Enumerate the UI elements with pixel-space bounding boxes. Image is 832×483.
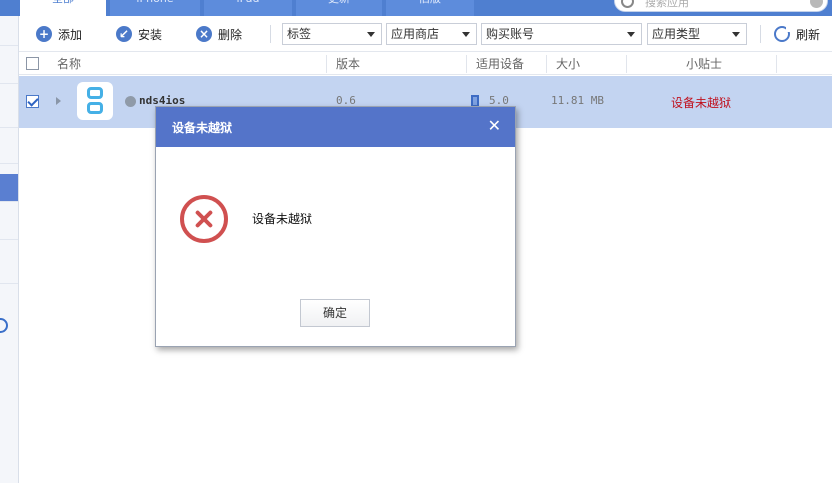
expand-arrow-icon[interactable]: [56, 97, 61, 105]
toolbar: + 添加 ↙ 安装 × 删除 标签 应用商店 购买账号 应用类型 刷新: [19, 16, 832, 52]
install-label: 安装: [138, 27, 163, 42]
table-header: 名称 版本 适用设备 大小 小贴士: [19, 53, 832, 75]
select-all-checkbox[interactable]: [26, 57, 39, 70]
close-icon[interactable]: ✕: [488, 117, 501, 135]
chevron-down-icon: [732, 32, 740, 37]
tab-all[interactable]: 全部: [20, 0, 106, 16]
plus-icon: +: [36, 26, 52, 42]
tab-iphone[interactable]: iPhone: [110, 0, 200, 16]
app-size: 11.81 MB: [551, 94, 604, 107]
dialog-title: 设备未越狱: [172, 121, 233, 135]
tab-bar: 全部 iPhone iPad 更新 旧版 搜索应用: [0, 0, 832, 16]
delete-icon: ×: [196, 26, 212, 42]
column-divider[interactable]: [466, 55, 467, 73]
app-window: 全部 iPhone iPad 更新 旧版 搜索应用 + 添加 ↙ 安装 ×: [0, 0, 832, 483]
tag-filter-value: 标签: [287, 27, 312, 41]
add-button[interactable]: + 添加: [36, 25, 82, 43]
install-icon: ↙: [116, 26, 132, 42]
tab-label: 旧版: [419, 0, 441, 5]
row-checkbox[interactable]: [26, 95, 39, 108]
refresh-button[interactable]: 刷新: [774, 25, 820, 43]
column-header-device[interactable]: 适用设备: [476, 53, 524, 75]
sidebar-item[interactable]: [0, 100, 18, 128]
tab-label: iPhone: [136, 0, 173, 5]
clear-search-icon[interactable]: [810, 0, 823, 8]
tab-ipad[interactable]: iPad: [204, 0, 292, 16]
column-divider[interactable]: [626, 55, 627, 73]
sidebar-item[interactable]: [0, 136, 18, 164]
column-header-name[interactable]: 名称: [57, 53, 81, 75]
search-icon: [621, 0, 634, 8]
account-filter-select[interactable]: 购买账号: [481, 23, 642, 45]
error-dialog: 设备未越狱 ✕ 设备未越狱 确定: [155, 106, 516, 347]
toolbar-divider: [760, 25, 761, 43]
column-divider[interactable]: [546, 55, 547, 73]
search-input[interactable]: 搜索应用: [614, 0, 828, 12]
app-note: 设备未越狱: [671, 96, 732, 110]
refresh-icon: [774, 26, 791, 42]
chevron-down-icon: [367, 32, 375, 37]
tag-filter-select[interactable]: 标签: [282, 23, 382, 45]
column-header-size[interactable]: 大小: [556, 53, 580, 75]
delete-label: 删除: [218, 27, 243, 42]
sidebar-item[interactable]: [0, 56, 18, 84]
tab-update[interactable]: 更新: [296, 0, 382, 16]
tab-label: 更新: [328, 0, 350, 5]
column-header-tips[interactable]: 小贴士: [686, 53, 722, 75]
sidebar-item-selected[interactable]: [0, 174, 18, 202]
install-button[interactable]: ↙ 安装: [116, 25, 162, 43]
error-x-icon: [180, 195, 228, 243]
add-label: 添加: [58, 27, 83, 42]
app-icon: [77, 82, 113, 120]
tab-label: iPad: [237, 0, 260, 5]
sidebar: [0, 16, 19, 483]
sidebar-item[interactable]: [0, 212, 18, 240]
app-icon-shape: [87, 102, 103, 114]
app-source-icon: [125, 96, 136, 107]
search-placeholder: 搜索应用: [645, 0, 689, 9]
column-divider[interactable]: [326, 55, 327, 73]
tab-old-version[interactable]: 旧版: [386, 0, 474, 16]
sidebar-item[interactable]: [0, 18, 18, 46]
delete-button[interactable]: × 删除: [196, 25, 242, 43]
column-divider[interactable]: [776, 55, 777, 73]
toolbar-divider: [270, 25, 271, 43]
ok-button[interactable]: 确定: [300, 299, 370, 327]
dialog-message: 设备未越狱: [252, 212, 313, 226]
store-filter-select[interactable]: 应用商店: [386, 23, 477, 45]
sidebar-item[interactable]: [0, 256, 18, 284]
type-filter-select[interactable]: 应用类型: [647, 23, 747, 45]
dialog-titlebar: 设备未越狱 ✕: [156, 107, 515, 147]
column-header-version[interactable]: 版本: [336, 53, 360, 75]
account-filter-value: 购买账号: [486, 27, 535, 41]
chevron-down-icon: [627, 32, 635, 37]
app-icon-shape: [87, 87, 103, 99]
sidebar-status-icon[interactable]: [0, 318, 8, 333]
store-filter-value: 应用商店: [391, 27, 440, 41]
refresh-label: 刷新: [796, 27, 821, 42]
type-filter-value: 应用类型: [652, 27, 701, 41]
chevron-down-icon: [462, 32, 470, 37]
tab-label: 全部: [52, 0, 74, 5]
